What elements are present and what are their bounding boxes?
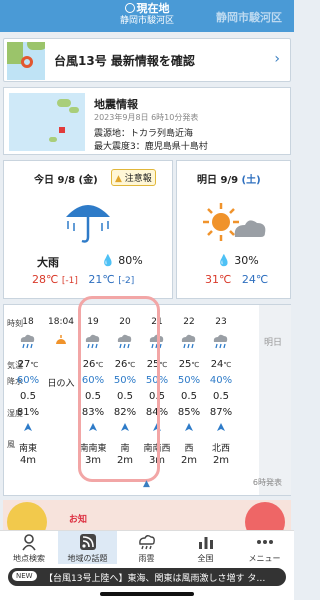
wind-arrow-icon <box>206 423 236 434</box>
hour-time: 23 <box>215 317 227 327</box>
tab-rain-radar[interactable]: 雨雲 <box>117 531 176 565</box>
today-high: 28 <box>32 273 46 286</box>
rain-cloud-icon <box>138 535 155 550</box>
bottom-tab-bar: 地点検索 地域の話題 雨雲 全国 メニュー <box>0 530 294 565</box>
earthquake-title: 地震情報 <box>94 98 138 111</box>
rss-icon <box>79 534 96 550</box>
more-icon <box>256 540 273 544</box>
tab-local-topics[interactable]: 地域の話題 <box>58 531 117 565</box>
hour-rain-pct: 40% <box>209 375 233 386</box>
rain-cloud-icon <box>206 333 236 352</box>
hour-time: 22 <box>183 317 195 327</box>
tab-menu[interactable]: メニュー <box>235 531 294 565</box>
earthquake-card[interactable]: 地震情報 2023年9月8日 6時10分発表 震源地：トカラ列島近海 最大震度3… <box>3 87 291 155</box>
current-location-label: 現在地 <box>136 2 170 15</box>
rain-cloud-icon <box>174 333 204 352</box>
sun-cloud-icon <box>203 203 266 241</box>
hour-wind-speed: 2m <box>180 455 198 466</box>
next-day-column <box>259 305 291 495</box>
today-low: 21 <box>88 273 103 286</box>
today-low-diff: [-2] <box>118 276 135 286</box>
today-date: 今日 9/8 (金) <box>34 175 98 186</box>
tab-search[interactable]: 地点検索 <box>0 531 58 565</box>
tomorrow-weekday: (土) <box>241 175 261 186</box>
new-badge: NEW <box>12 571 37 581</box>
tomorrow-forecast-card[interactable]: 明日 9/9 (土) 💧 30% 31℃ 24℃ <box>176 160 291 299</box>
rain-cloud-icon <box>13 333 43 352</box>
wind-arrow-icon <box>13 423 43 434</box>
update-note: 6時発表 <box>252 478 282 487</box>
tab-nationwide[interactable]: 全国 <box>176 531 235 565</box>
chevron-up-icon[interactable]: ▲ <box>143 479 150 489</box>
search-icon <box>22 534 36 551</box>
hour-wind-dir: 西 <box>184 444 194 454</box>
typhoon-banner-title: 台風13号 最新情報を確認 <box>54 54 195 68</box>
today-forecast-card[interactable]: 今日 9/8 (金) ▲ 注意報 大雨 💧 80% 28℃ [-1] 21℃ [… <box>3 160 173 299</box>
bar-chart-icon <box>198 537 213 549</box>
hour-rain-mm: 0.5 <box>213 391 229 402</box>
epicenter-marker <box>59 127 65 133</box>
umbrella-rain-icon <box>66 205 110 243</box>
hour-wind-dir: 北西 <box>211 444 230 454</box>
rain-drop-icon: 💧 <box>217 254 231 267</box>
typhoon-map-thumbnail <box>7 42 45 80</box>
ad-text: お知 <box>69 515 88 525</box>
hour-time: 18:04 <box>48 317 74 327</box>
ad-banner[interactable]: お知 <box>3 500 291 530</box>
chevron-right-icon: › <box>274 51 280 67</box>
header-bar: 現在地 静岡市駿河区 静岡市駿河区 <box>0 0 294 32</box>
ticker-text: 【台風13号上陸へ】東海、関東は風雨激しさ増す タ… <box>44 574 266 584</box>
earthquake-map <box>9 93 85 151</box>
hour-rain-mm: 0.5 <box>20 391 36 402</box>
hour-time: 18 <box>22 317 34 327</box>
home-indicator <box>100 592 194 596</box>
wind-arrow-icon <box>174 423 204 434</box>
location-icon <box>124 3 135 13</box>
hour-temp: 24℃ <box>210 359 232 370</box>
earthquake-datetime: 2023年9月8日 6時10分発表 <box>94 113 199 122</box>
sunset-icon <box>46 335 76 350</box>
hour-rain-pct: 50% <box>177 375 201 386</box>
today-high-diff: [-1] <box>61 276 78 286</box>
today-pop: 80% <box>118 254 143 267</box>
sunset-label: 日の入 <box>47 379 75 389</box>
hour-rain-mm: 0.5 <box>181 391 197 402</box>
warning-badge[interactable]: ▲ 注意報 <box>111 169 156 186</box>
tomorrow-low: 24 <box>241 273 256 286</box>
hour-temp: 25℃ <box>178 359 200 370</box>
hour-wind-speed: 2m <box>212 455 230 466</box>
tomorrow-high: 31 <box>205 273 219 286</box>
hour-humidity: 81% <box>16 407 40 418</box>
hour-wind-speed: 4m <box>19 455 37 466</box>
earthquake-intensity: 最大震度3：鹿児島県十島村 <box>94 142 208 152</box>
rain-drop-icon: 💧 <box>101 254 115 267</box>
hour-wind-dir: 南東 <box>18 444 37 454</box>
today-condition: 大雨 <box>37 256 59 269</box>
next-day-label: 明日 <box>264 338 283 348</box>
earthquake-epicenter: 震源地：トカラ列島近海 <box>94 129 194 139</box>
next-location-tab[interactable]: 静岡市駿河区 <box>216 9 282 25</box>
tomorrow-date: 明日 9/9 (土) <box>197 175 261 186</box>
highlight-annotation <box>78 296 160 482</box>
typhoon-banner[interactable]: 台風13号 最新情報を確認 › <box>3 38 291 82</box>
tomorrow-pop: 30% <box>234 254 259 267</box>
hour-humidity: 87% <box>209 407 233 418</box>
hour-humidity: 85% <box>177 407 201 418</box>
warning-icon: ▲ <box>115 174 122 184</box>
hour-temp: 27℃ <box>17 359 39 370</box>
